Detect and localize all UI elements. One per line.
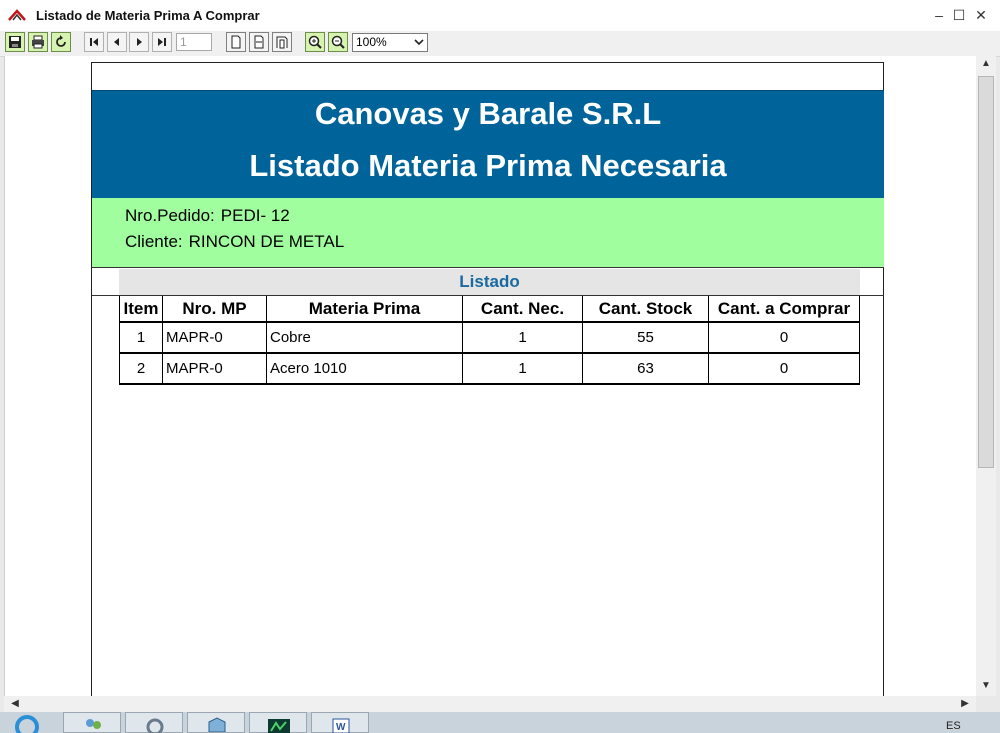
cell-cant-nec: 1 <box>462 321 583 354</box>
next-page-button[interactable] <box>129 32 149 52</box>
report-title: Listado Materia Prima Necesaria <box>249 148 727 183</box>
cliente-row: Cliente: RINCON DE METAL <box>125 232 344 252</box>
table-row: 1 MAPR-0 Cobre 1 55 0 <box>119 321 860 354</box>
multi-page-icon <box>276 36 288 49</box>
column-header-cant-nec: Cant. Nec. <box>462 296 583 323</box>
page-number-input[interactable]: 1 <box>176 33 212 51</box>
word-icon: W <box>332 718 350 733</box>
cell-item: 2 <box>119 352 163 385</box>
cell-nro-mp: MAPR-0 <box>162 321 267 354</box>
zoom-select[interactable]: 100% <box>352 33 428 52</box>
taskbar: W ES <box>0 712 1000 733</box>
cell-item: 1 <box>119 321 163 354</box>
scroll-left-icon[interactable]: ◀ <box>6 696 24 712</box>
svg-text:W: W <box>336 722 346 733</box>
internet-explorer-icon <box>15 715 39 733</box>
table-row: 2 MAPR-0 Acero 1010 1 63 0 <box>119 352 860 385</box>
order-info-box: Nro.Pedido: PEDI- 12 Cliente: RINCON DE ME… <box>92 198 884 268</box>
cliente-value: RINCON DE METAL <box>188 232 345 251</box>
gear-icon <box>146 718 164 733</box>
cell-cant-comprar: 0 <box>708 352 860 385</box>
report-toolbar: 1 100% <box>0 31 1000 57</box>
multi-page-button[interactable] <box>272 32 292 52</box>
refresh-button[interactable] <box>51 32 71 52</box>
pedido-value: PEDI- 12 <box>220 206 290 225</box>
single-page-icon <box>231 35 241 49</box>
column-header-cant-comprar: Cant. a Comprar <box>708 296 860 323</box>
taskbar-item-word[interactable]: W <box>311 712 369 733</box>
zoom-in-icon <box>308 35 322 49</box>
cell-materia-prima: Acero 1010 <box>266 352 463 385</box>
first-page-button[interactable] <box>84 32 104 52</box>
last-page-button[interactable] <box>152 32 172 52</box>
column-header-item: Item <box>119 296 163 323</box>
previous-page-button[interactable] <box>107 32 127 52</box>
scroll-right-icon[interactable]: ▶ <box>956 696 974 712</box>
previous-page-icon <box>114 38 119 46</box>
taskbar-item-users[interactable] <box>63 712 121 733</box>
table-header-row: Item Nro. MP Materia Prima Cant. Nec. Ca… <box>119 296 860 323</box>
zoom-out-button[interactable] <box>328 32 348 52</box>
zoom-out-icon <box>331 35 345 49</box>
zoom-value: 100% <box>356 35 387 49</box>
report-banner: Canovas y Barale S.R.L Listado Materia P… <box>92 90 884 199</box>
cell-cant-nec: 1 <box>462 352 583 385</box>
save-button[interactable] <box>5 32 25 52</box>
horizontal-scrollbar[interactable]: ◀ ▶ <box>4 696 976 712</box>
section-title: Listado <box>119 269 860 295</box>
cliente-label: Cliente: <box>125 232 183 251</box>
materials-table: Item Nro. MP Materia Prima Cant. Nec. Ca… <box>119 296 860 385</box>
report-app-icon <box>268 719 290 733</box>
language-indicator[interactable]: ES <box>946 720 961 732</box>
window-title: Listado de Materia Prima A Comprar <box>36 8 260 23</box>
company-name: Canovas y Barale S.R.L <box>314 96 662 131</box>
save-icon <box>9 36 21 48</box>
taskbar-item-report[interactable] <box>249 712 307 733</box>
report-viewer[interactable]: Canovas y Barale S.R.L Listado Materia P… <box>4 56 977 696</box>
zoom-in-button[interactable] <box>305 32 325 52</box>
scroll-down-icon[interactable]: ▼ <box>977 678 995 694</box>
print-button[interactable] <box>28 32 48 52</box>
cell-cant-stock: 55 <box>582 321 709 354</box>
taskbar-item-settings[interactable] <box>125 712 183 733</box>
taskbar-item-app[interactable] <box>187 712 245 733</box>
column-header-nro-mp: Nro. MP <box>162 296 267 323</box>
app-icon <box>8 9 26 21</box>
single-page-button[interactable] <box>226 32 246 52</box>
printer-icon <box>32 35 44 49</box>
cell-cant-comprar: 0 <box>708 321 860 354</box>
page-width-button[interactable] <box>249 32 269 52</box>
scroll-up-icon[interactable]: ▲ <box>977 56 995 72</box>
vertical-scrollbar[interactable]: ▲ ▼ <box>976 56 996 696</box>
column-header-materia-prima: Materia Prima <box>266 296 463 323</box>
window-titlebar: Listado de Materia Prima A Comprar – ☐ ✕ <box>0 0 1000 31</box>
vertical-scroll-thumb[interactable] <box>978 76 994 468</box>
pedido-row: Nro.Pedido: PEDI- 12 <box>125 206 290 226</box>
first-page-icon <box>90 38 98 46</box>
refresh-icon <box>56 35 66 47</box>
next-page-icon <box>137 38 142 46</box>
maximize-button[interactable]: ☐ <box>950 6 968 24</box>
box-icon <box>208 717 226 732</box>
pedido-label: Nro.Pedido: <box>125 206 215 225</box>
cell-materia-prima: Cobre <box>266 321 463 354</box>
cell-cant-stock: 63 <box>582 352 709 385</box>
close-button[interactable]: ✕ <box>972 6 990 24</box>
start-button[interactable] <box>0 712 52 733</box>
column-header-cant-stock: Cant. Stock <box>582 296 709 323</box>
report-page: Canovas y Barale S.R.L Listado Materia P… <box>91 62 884 696</box>
page-width-icon <box>254 35 264 49</box>
chevron-down-icon <box>414 39 424 46</box>
cell-nro-mp: MAPR-0 <box>162 352 267 385</box>
users-icon <box>86 719 101 729</box>
last-page-icon <box>158 38 166 46</box>
minimize-button[interactable]: – <box>930 6 948 24</box>
